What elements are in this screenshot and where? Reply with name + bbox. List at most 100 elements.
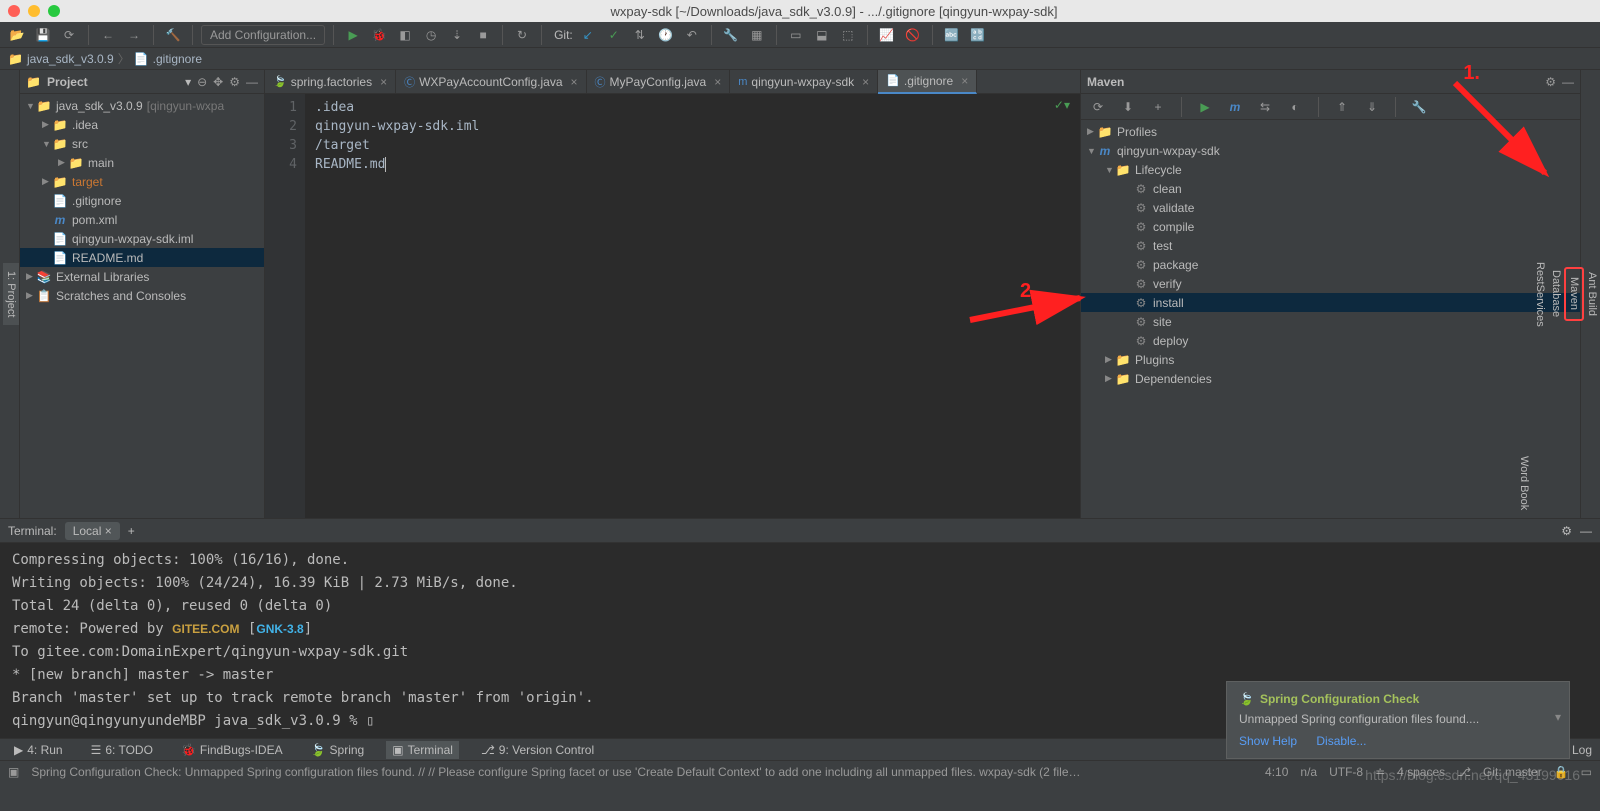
tree-item[interactable]: mpom.xml	[20, 210, 264, 229]
generate-sources-icon[interactable]: ⬇	[1117, 96, 1139, 118]
tree-item[interactable]: ▶📚External Libraries	[20, 267, 264, 286]
status-git[interactable]: Git: master	[1483, 765, 1542, 779]
bottom-tab[interactable]: ▶4: Run	[8, 741, 69, 759]
maven-item[interactable]: ▶📁Dependencies	[1081, 369, 1580, 388]
tree-item[interactable]: ▼📁java_sdk_v3.0.9[qingyun-wxpa	[20, 96, 264, 115]
collapse-icon[interactable]: ⊖	[197, 75, 207, 89]
cancel-icon[interactable]: 🚫	[902, 24, 924, 46]
tool3-icon[interactable]: ⬚	[837, 24, 859, 46]
popup-chevron-icon[interactable]: ▾	[1555, 710, 1561, 724]
tool2-icon[interactable]: ⬓	[811, 24, 833, 46]
bottom-tab[interactable]: 🍃Spring	[305, 741, 371, 759]
wrench-icon[interactable]: 🔧	[720, 24, 742, 46]
target-icon[interactable]: ✥	[213, 75, 223, 89]
chart-icon[interactable]: 📈	[876, 24, 898, 46]
maven-item[interactable]: ⚙compile	[1081, 217, 1580, 236]
refresh-icon[interactable]: ⟳	[58, 24, 80, 46]
reimport-icon[interactable]: ⟳	[1087, 96, 1109, 118]
run-maven-icon[interactable]: ▶	[1194, 96, 1216, 118]
tree-item[interactable]: ▶📁target	[20, 172, 264, 191]
coverage-icon[interactable]: ◧	[394, 24, 416, 46]
maven-item[interactable]: ⚙validate	[1081, 198, 1580, 217]
gear-icon[interactable]: ⚙	[229, 75, 240, 89]
maven-hide-icon[interactable]: —	[1562, 75, 1574, 89]
editor-tab[interactable]: ⒸMyPayConfig.java×	[587, 70, 731, 94]
editor-tab[interactable]: 🍃spring.factories×	[265, 70, 396, 94]
terminal-tab[interactable]: Local ×	[65, 522, 120, 540]
editor-tab[interactable]: ⒸWXPayAccountConfig.java×	[396, 70, 586, 94]
status-mem-icon[interactable]: ▭	[1581, 765, 1592, 779]
dropdown-icon[interactable]: ▾	[185, 75, 191, 89]
rail-ant[interactable]: Ant Build	[1584, 264, 1600, 324]
maven-item[interactable]: ⚙test	[1081, 236, 1580, 255]
run-icon[interactable]: ▶	[342, 24, 364, 46]
save-icon[interactable]: 💾	[32, 24, 54, 46]
show-deps-icon[interactable]: ⇓	[1361, 96, 1383, 118]
status-spaces[interactable]: 4 spaces	[1397, 765, 1445, 779]
maven-item[interactable]: ⚙package	[1081, 255, 1580, 274]
git-commit-icon[interactable]: ✓	[603, 24, 625, 46]
services-icon[interactable]: ▦	[746, 24, 768, 46]
git-revert-icon[interactable]: ↶	[681, 24, 703, 46]
git-history-icon[interactable]: 🕐	[655, 24, 677, 46]
add-icon[interactable]: +	[1147, 96, 1169, 118]
tree-item[interactable]: ▶📁main	[20, 153, 264, 172]
toggle-offline-icon[interactable]: ◐	[1284, 96, 1306, 118]
rail-wordbook[interactable]: Word Book	[1516, 448, 1532, 518]
status-square-icon[interactable]: ▣	[8, 765, 19, 779]
breadcrumb-file[interactable]: .gitignore	[153, 52, 202, 66]
attach-icon[interactable]: ⇣	[446, 24, 468, 46]
tree-item[interactable]: ▼📁src	[20, 134, 264, 153]
translate-icon[interactable]: 🔤	[941, 24, 963, 46]
minimize-window[interactable]	[28, 5, 40, 17]
terminal-gear-icon[interactable]: ⚙	[1561, 524, 1572, 538]
rail-database[interactable]: Database	[1548, 262, 1564, 325]
tree-item[interactable]: 📄qingyun-wxpay-sdk.iml	[20, 229, 264, 248]
forward-icon[interactable]: →	[123, 24, 145, 46]
rail-maven[interactable]: Maven	[1564, 267, 1584, 320]
maven-item[interactable]: ⚙site	[1081, 312, 1580, 331]
rail-rest[interactable]: RestServices	[1532, 254, 1548, 335]
bottom-tab[interactable]: ▣Terminal	[386, 741, 459, 759]
profile-icon[interactable]: ◷	[420, 24, 442, 46]
inspection-ok-icon[interactable]: ✓▾	[1054, 98, 1070, 112]
maven-m-icon[interactable]: m	[1224, 96, 1246, 118]
hide-icon[interactable]: —	[246, 75, 258, 89]
tree-item[interactable]: ▶📁.idea	[20, 115, 264, 134]
editor-tab[interactable]: mqingyun-wxpay-sdk×	[730, 70, 878, 94]
build-icon[interactable]: 🔨	[162, 24, 184, 46]
back-icon[interactable]: ←	[97, 24, 119, 46]
maximize-window[interactable]	[48, 5, 60, 17]
bottom-tab[interactable]: ☰6: TODO	[85, 741, 159, 759]
git-update-icon[interactable]: ↙	[577, 24, 599, 46]
terminal-hide-icon[interactable]: —	[1580, 524, 1592, 538]
terminal-add-icon[interactable]: +	[128, 524, 135, 538]
open-icon[interactable]: 📂	[6, 24, 28, 46]
close-window[interactable]	[8, 5, 20, 17]
tree-item[interactable]: ▶📋Scratches and Consoles	[20, 286, 264, 305]
popup-show-help[interactable]: Show Help	[1239, 734, 1297, 748]
popup-disable[interactable]: Disable...	[1316, 734, 1366, 748]
add-configuration-button[interactable]: Add Configuration...	[201, 25, 325, 45]
stop-icon[interactable]: ■	[472, 24, 494, 46]
editor-tab[interactable]: 📄.gitignore×	[878, 70, 977, 94]
tree-item[interactable]: 📄README.md	[20, 248, 264, 267]
git-compare-icon[interactable]: ⇅	[629, 24, 651, 46]
tree-item[interactable]: 📄.gitignore	[20, 191, 264, 210]
toggle-skip-icon[interactable]: ⇆	[1254, 96, 1276, 118]
status-na[interactable]: n/a	[1300, 765, 1317, 779]
debug-icon[interactable]: 🐞	[368, 24, 390, 46]
collapse-all-icon[interactable]: ⇑	[1331, 96, 1353, 118]
status-lock-icon[interactable]: 🔒	[1554, 765, 1569, 779]
maven-settings-icon[interactable]: 🔧	[1408, 96, 1430, 118]
bottom-tab[interactable]: ⎇9: Version Control	[475, 741, 600, 759]
bottom-tab[interactable]: 🐞FindBugs-IDEA	[175, 741, 289, 759]
status-pos[interactable]: 4:10	[1265, 765, 1288, 779]
maven-item[interactable]: ⚙install	[1081, 293, 1580, 312]
maven-item[interactable]: ▶📁Plugins	[1081, 350, 1580, 369]
reload-icon[interactable]: ↻	[511, 24, 533, 46]
status-enc[interactable]: UTF-8	[1329, 765, 1363, 779]
breadcrumb-project[interactable]: java_sdk_v3.0.9	[27, 52, 114, 66]
rail-project[interactable]: 1: Project	[3, 263, 19, 325]
maven-item[interactable]: ⚙verify	[1081, 274, 1580, 293]
